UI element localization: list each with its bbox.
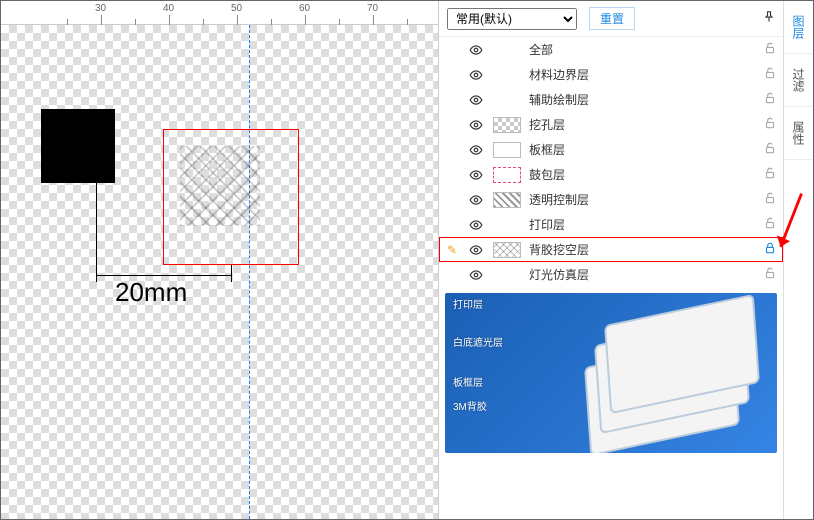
preset-select[interactable]: 常用(默认) [447, 8, 577, 30]
dimension-line [96, 275, 232, 276]
selection-rectangle[interactable] [163, 129, 299, 265]
layer-swatch [493, 167, 521, 183]
lock-toggle[interactable] [763, 66, 777, 83]
layer-name-label: 全部 [529, 41, 755, 58]
horizontal-ruler: 30 40 50 60 70 [1, 1, 438, 25]
layer-row[interactable]: 透明控制层 [439, 187, 783, 212]
layer-swatch [493, 117, 521, 133]
right-main: 常用(默认) 重置 全部材料边界层辅助绘制层挖孔层板框层鼓包层透明控制层打印层✎… [439, 1, 783, 519]
visibility-toggle[interactable] [467, 168, 485, 182]
right-pane: 常用(默认) 重置 全部材料边界层辅助绘制层挖孔层板框层鼓包层透明控制层打印层✎… [439, 1, 813, 519]
dimension-label: 20mm [113, 277, 189, 308]
pin-icon [763, 11, 775, 23]
preview-label: 板框层 [453, 377, 483, 390]
side-tabs: 图层 过滤 属性 [783, 1, 813, 519]
reset-button[interactable]: 重置 [589, 7, 635, 30]
canvas-pane: 30 40 50 60 70 20mm [1, 1, 439, 519]
layer-swatch [493, 242, 521, 258]
lock-toggle[interactable] [763, 191, 777, 208]
visibility-toggle[interactable] [467, 218, 485, 232]
layer-name-label: 挖孔层 [529, 116, 755, 133]
app-root: 30 40 50 60 70 20mm [0, 0, 814, 520]
preview-stack-icon [587, 309, 767, 439]
layer-swatch [493, 142, 521, 158]
ruler-tick-label: 30 [95, 3, 106, 14]
layer-row[interactable]: 挖孔层 [439, 112, 783, 137]
layer-name-label: 材料边界层 [529, 66, 755, 83]
pin-button[interactable] [763, 11, 775, 26]
preview-label: 3M背胶 [453, 401, 487, 414]
visibility-toggle[interactable] [467, 243, 485, 257]
lock-toggle[interactable] [763, 91, 777, 108]
pencil-icon: ✎ [445, 243, 459, 257]
layer-name-label: 板框层 [529, 141, 755, 158]
lock-toggle[interactable] [763, 266, 777, 283]
layer-list: 全部材料边界层辅助绘制层挖孔层板框层鼓包层透明控制层打印层 ✎ 背胶挖空层灯光仿真层 [439, 37, 783, 287]
visibility-toggle[interactable] [467, 43, 485, 57]
ruler-tick-label: 70 [367, 3, 378, 14]
layer-row[interactable]: 辅助绘制层 [439, 87, 783, 112]
lock-toggle[interactable] [763, 216, 777, 233]
visibility-toggle[interactable] [467, 118, 485, 132]
preview-label: 白底遮光层 [453, 337, 503, 350]
black-square-object[interactable] [41, 109, 115, 183]
canvas-stage[interactable]: 20mm [1, 25, 438, 519]
lock-toggle[interactable] [763, 166, 777, 183]
layer-name-label: 打印层 [529, 216, 755, 233]
ruler-tick-label: 40 [163, 3, 174, 14]
ruler-tick-label: 50 [231, 3, 242, 14]
layer-row[interactable]: 打印层 [439, 212, 783, 237]
dimension-extension [96, 183, 97, 277]
layer-name-label: 灯光仿真层 [529, 266, 755, 283]
ruler-tick-label: 60 [299, 3, 310, 14]
layer-swatch [493, 192, 521, 208]
lock-toggle[interactable] [763, 241, 777, 258]
vertical-guide[interactable] [249, 25, 250, 519]
layer-preview-image: 打印层 白底遮光层 板框层 3M背胶 [445, 293, 777, 453]
visibility-toggle[interactable] [467, 193, 485, 207]
lock-toggle[interactable] [763, 116, 777, 133]
layer-row[interactable]: 板框层 [439, 137, 783, 162]
visibility-toggle[interactable] [467, 268, 485, 282]
layer-name-label: 鼓包层 [529, 166, 755, 183]
layer-row[interactable]: 全部 [439, 37, 783, 62]
visibility-toggle[interactable] [467, 68, 485, 82]
tab-filter[interactable]: 过滤 [784, 54, 813, 107]
hatch-fill-icon [180, 146, 260, 226]
preview-label: 打印层 [453, 299, 483, 312]
layer-row[interactable]: 材料边界层 [439, 62, 783, 87]
visibility-toggle[interactable] [467, 143, 485, 157]
panel-toolbar: 常用(默认) 重置 [439, 1, 783, 37]
layer-name-label: 辅助绘制层 [529, 91, 755, 108]
tab-layers[interactable]: 图层 [784, 1, 813, 54]
layer-row[interactable]: 灯光仿真层 [439, 262, 783, 287]
lock-toggle[interactable] [763, 41, 777, 58]
tab-properties[interactable]: 属性 [784, 107, 813, 160]
layer-row[interactable]: 鼓包层 [439, 162, 783, 187]
layer-row[interactable]: ✎ 背胶挖空层 [439, 237, 783, 262]
visibility-toggle[interactable] [467, 93, 485, 107]
lock-toggle[interactable] [763, 141, 777, 158]
layer-name-label: 透明控制层 [529, 191, 755, 208]
layer-name-label: 背胶挖空层 [529, 241, 755, 258]
